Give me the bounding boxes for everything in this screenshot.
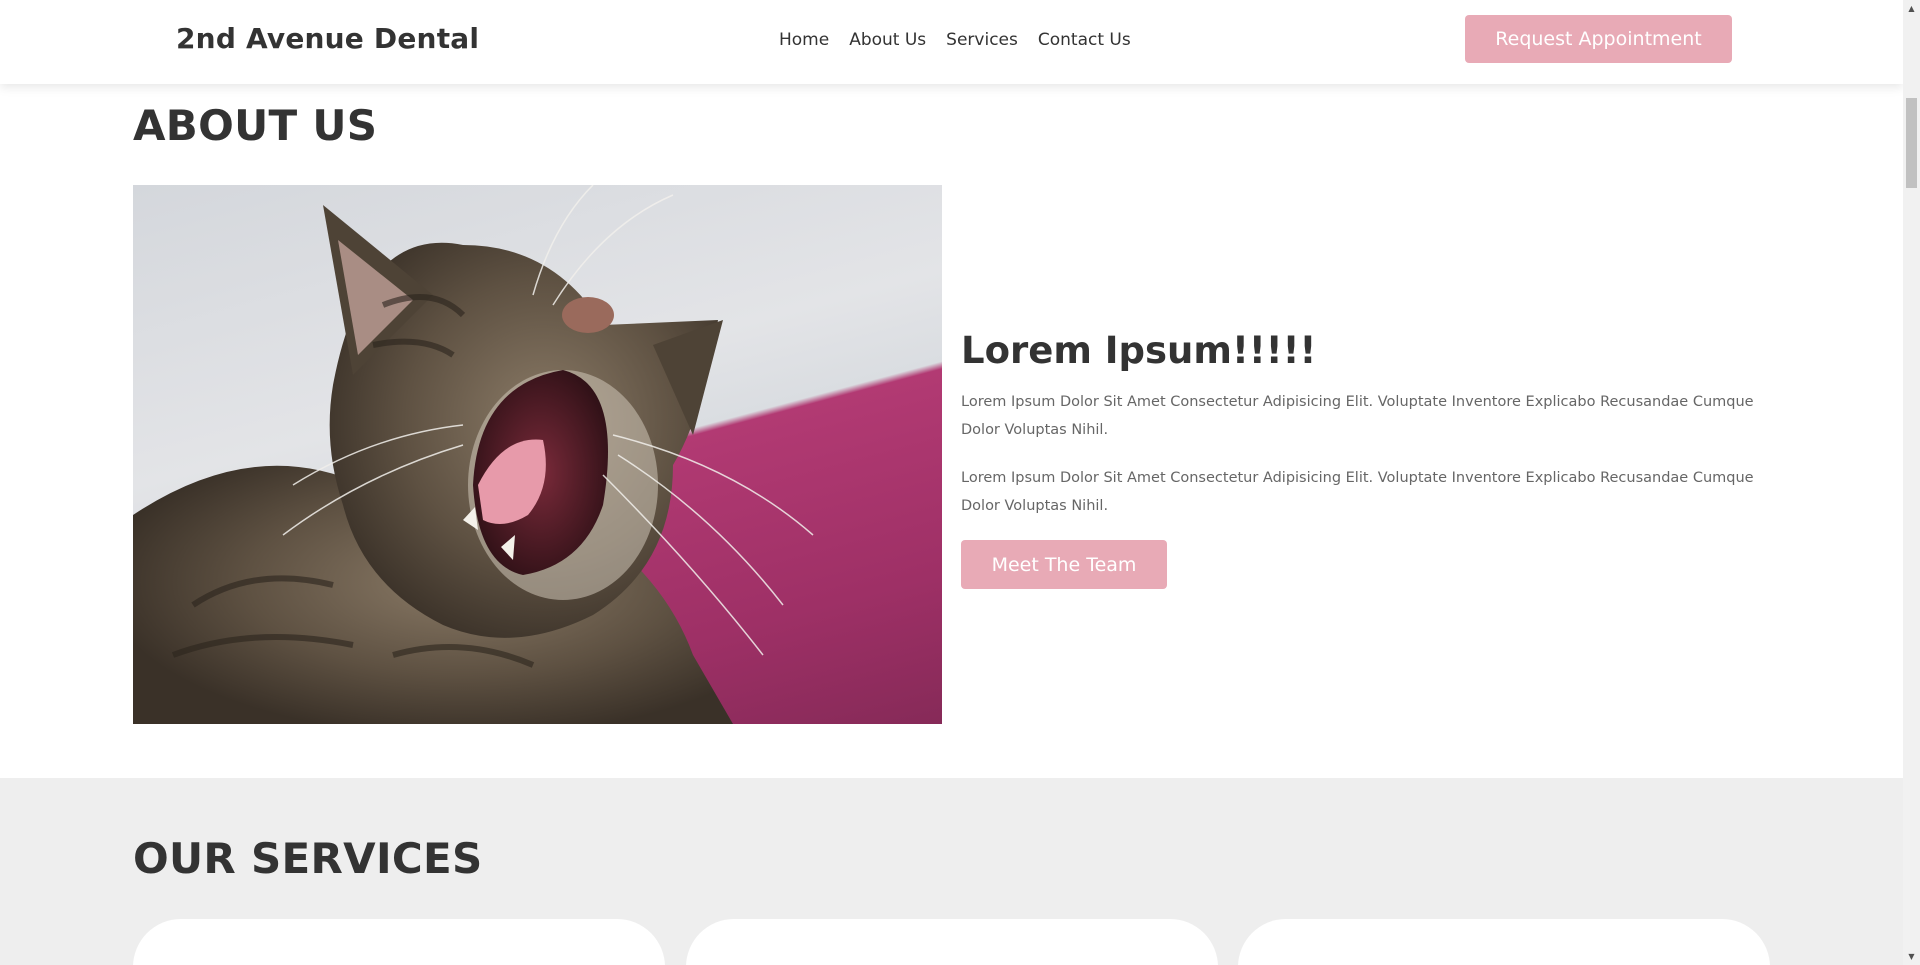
services-section: OUR SERVICES <box>0 778 1903 965</box>
about-paragraph: Lorem Ipsum Dolor Sit Amet Consectetur A… <box>961 394 1754 438</box>
nav-link-home[interactable]: Home <box>779 28 829 52</box>
main-nav: Home About Us Services Contact Us <box>779 28 1131 52</box>
about-heading: Lorem Ipsum!!!!! <box>961 329 1317 372</box>
service-card[interactable] <box>686 919 1218 965</box>
nav-link-contact-us[interactable]: Contact Us <box>1038 28 1131 52</box>
about-section-title: ABOUT US <box>133 101 378 150</box>
vertical-scrollbar[interactable]: ▲ ▼ <box>1903 0 1920 965</box>
about-image <box>133 185 942 724</box>
request-appointment-button[interactable]: Request Appointment <box>1465 15 1732 63</box>
nav-link-services[interactable]: Services <box>946 28 1018 52</box>
service-card[interactable] <box>1238 919 1770 965</box>
nav-link-about-us[interactable]: About Us <box>849 28 926 52</box>
service-card[interactable] <box>133 919 665 965</box>
about-paragraph: Lorem Ipsum Dolor Sit Amet Consectetur A… <box>961 470 1754 514</box>
services-section-title: OUR SERVICES <box>133 834 483 883</box>
scroll-down-arrow-icon[interactable]: ▼ <box>1903 948 1920 965</box>
meet-the-team-button[interactable]: Meet The Team <box>961 540 1167 589</box>
scroll-up-arrow-icon[interactable]: ▲ <box>1903 0 1920 17</box>
site-header: 2nd Avenue Dental Home About Us Services… <box>0 0 1903 84</box>
yawning-cat-illustration <box>133 185 814 724</box>
site-logo[interactable]: 2nd Avenue Dental <box>176 20 479 58</box>
page: 2nd Avenue Dental Home About Us Services… <box>0 0 1903 965</box>
scrollbar-thumb[interactable] <box>1906 98 1917 188</box>
